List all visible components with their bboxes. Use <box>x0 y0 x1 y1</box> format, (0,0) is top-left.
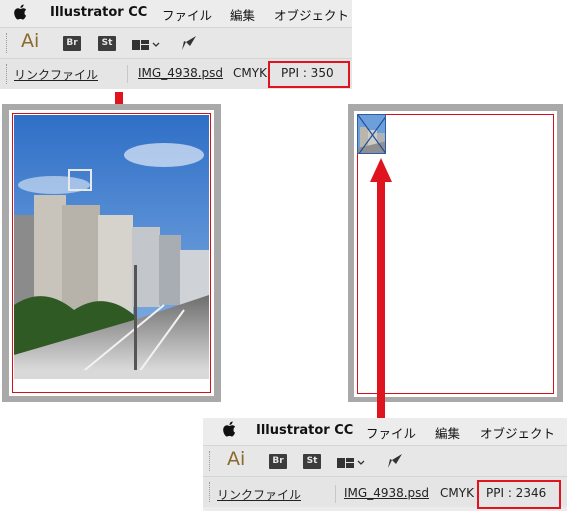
workspace-icon[interactable] <box>337 455 367 474</box>
ai-logo-icon: Ai <box>21 30 40 52</box>
workspace-icon[interactable] <box>132 37 162 56</box>
menu-file[interactable]: ファイル <box>162 5 212 24</box>
bleed-guide-right <box>357 114 554 394</box>
artboard-left-frame <box>2 104 221 402</box>
menu-edit[interactable]: 編集 <box>230 5 255 24</box>
app-name-menu[interactable]: Illustrator CC <box>50 5 147 20</box>
menu-bar: Illustrator CC ファイル 編集 オブジェクト <box>0 0 352 26</box>
gpu-rocket-icon[interactable] <box>180 34 198 56</box>
bottom-window: Illustrator CC ファイル 編集 オブジェクト Ai Br St リ… <box>203 418 567 511</box>
toolbar-grip[interactable] <box>6 33 9 53</box>
bridge-button[interactable]: Br <box>63 36 81 51</box>
stock-button[interactable]: St <box>98 36 116 51</box>
menu-object[interactable]: オブジェクト <box>480 423 555 442</box>
menu-file[interactable]: ファイル <box>366 423 416 442</box>
app-name-menu[interactable]: Illustrator CC <box>256 423 353 438</box>
apple-icon[interactable] <box>223 421 236 441</box>
street-photo-scaled[interactable] <box>357 114 386 154</box>
filename-link[interactable]: IMG_4938.psd <box>138 66 223 80</box>
toolbar-grip[interactable] <box>209 451 212 471</box>
control-grip[interactable] <box>209 482 212 502</box>
control-bar: リンクファイル IMG_4938.psd CMYK PPI : 350 <box>0 59 352 89</box>
filename-link[interactable]: IMG_4938.psd <box>344 486 429 500</box>
ai-logo-icon: Ai <box>227 448 246 470</box>
color-mode: CMYK <box>233 66 267 80</box>
divider <box>335 485 336 503</box>
arrow-up-icon <box>377 180 385 420</box>
linked-file-link[interactable]: リンクファイル <box>14 66 98 83</box>
divider <box>127 65 128 83</box>
stock-button[interactable]: St <box>303 454 321 469</box>
apple-icon[interactable] <box>14 4 27 24</box>
menu-edit[interactable]: 編集 <box>435 423 460 442</box>
control-bar: リンクファイル IMG_4938.psd CMYK PPI : 2346 <box>203 477 567 509</box>
ppi-value: PPI : 350 <box>281 66 334 80</box>
menu-bar: Illustrator CC ファイル 編集 オブジェクト <box>203 418 567 444</box>
street-photo[interactable] <box>14 115 209 379</box>
top-window: Illustrator CC ファイル 編集 オブジェクト Ai Br St リ… <box>0 0 352 89</box>
linked-file-link[interactable]: リンクファイル <box>217 486 301 503</box>
control-grip[interactable] <box>6 64 9 84</box>
color-mode: CMYK <box>440 486 474 500</box>
arrow-up-head <box>370 158 392 182</box>
app-toolbar: Ai Br St <box>203 445 567 477</box>
ppi-value: PPI : 2346 <box>486 486 547 500</box>
app-toolbar: Ai Br St <box>0 27 352 59</box>
menu-object[interactable]: オブジェクト <box>274 5 349 24</box>
gpu-rocket-icon[interactable] <box>386 452 404 474</box>
bridge-button[interactable]: Br <box>269 454 287 469</box>
